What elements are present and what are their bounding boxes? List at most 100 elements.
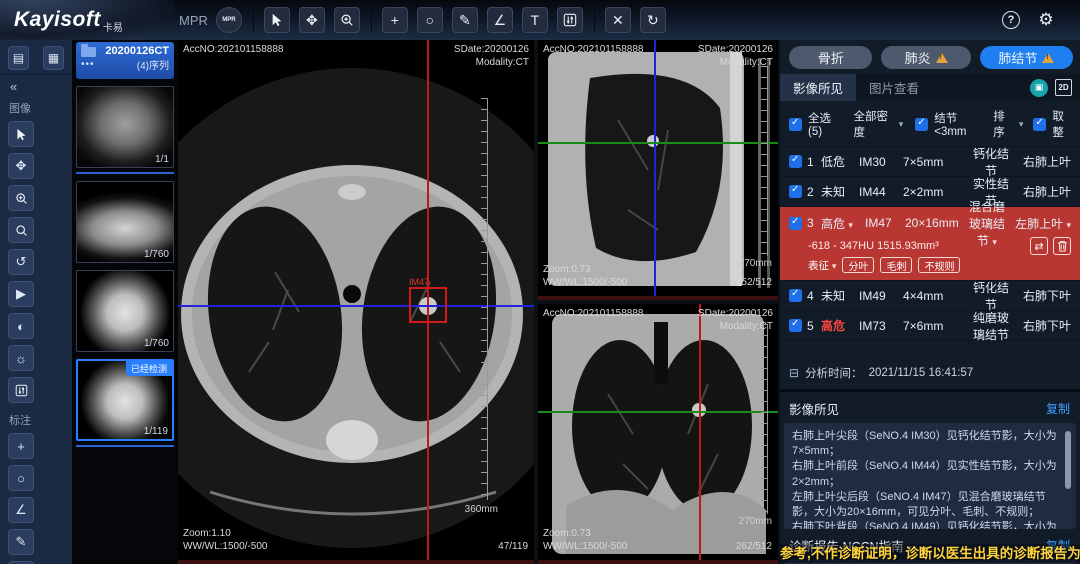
select-all-checkbox[interactable] [789, 118, 802, 131]
nodule-roi-box[interactable]: IM47 [409, 287, 447, 323]
risk-level-dropdown[interactable]: 高危 ▾ [821, 215, 865, 232]
nodule-row-1[interactable]: 1 低危 IM30 7×5mm 钙化结节 右肺上叶 [780, 147, 1080, 177]
series-list-button[interactable]: ▤ [8, 46, 29, 70]
chevron-down-icon: ▾ [848, 220, 853, 230]
small-nodule-checkbox[interactable] [915, 118, 928, 131]
copy-findings-button[interactable]: 复制 [1046, 400, 1070, 417]
crosshair-horizontal-green[interactable] [538, 142, 778, 144]
row-checkbox[interactable] [789, 289, 802, 302]
series-more-button[interactable]: ••• [81, 59, 95, 70]
pencil-icon: ✎ [459, 12, 471, 29]
coronal-study-info: SDate:20200126 Modality:CT [698, 307, 773, 333]
feature-chip[interactable]: 不规则 [918, 257, 960, 273]
crosshair-annotate-button[interactable]: + [8, 433, 34, 459]
collapse-panel-button[interactable]: « [0, 75, 72, 94]
density-filter[interactable]: 全部密度 [854, 108, 893, 140]
ai-findings-panel: 骨折 肺炎 肺结节 影像所见 图片查看 ▣ 2D 全选(5) 全部密度▾ 结节<… [780, 40, 1080, 564]
nodule-row-5[interactable]: 5 高危 IM73 7×6mm 纯磨玻璃结节 右肺下叶 [780, 311, 1080, 341]
active-series-indicator [76, 445, 174, 447]
scrollbar-thumb[interactable] [1065, 431, 1071, 489]
brightness-tool-button[interactable]: ☼ [8, 345, 34, 371]
image-index: IM49 [859, 289, 903, 303]
coronal-viewport[interactable]: 270mm AccNO:202101158888 SDate:20200126 … [538, 304, 778, 564]
sagittal-viewport[interactable]: 270mm AccNO:202101158888 SDate:20200126 … [538, 40, 778, 300]
report-image-icon[interactable]: ▣ [1030, 79, 1048, 97]
2d-mode-icon[interactable]: 2D [1055, 79, 1072, 96]
row-checkbox[interactable] [789, 155, 802, 168]
ellipse-annotate-button[interactable]: ○ [8, 465, 34, 491]
image-index: IM47 [865, 216, 905, 230]
compare-button[interactable]: ⇄ [1030, 237, 1048, 255]
text-tool-button[interactable]: T [522, 7, 548, 33]
row-checkbox[interactable] [789, 185, 802, 198]
feature-chip[interactable]: 分叶 [842, 257, 874, 273]
pencil-annotate-button[interactable]: ✎ [8, 529, 34, 555]
image-section-label: 图像 [0, 94, 72, 118]
top-toolbar: Kayisoft 卡易 MPR MPR ✥ + ○ ✎ ∠ T ✕ ↻ ? ⚙ [0, 0, 1080, 40]
tab-fracture[interactable]: 骨折 [789, 46, 872, 69]
mpr-mode-icon[interactable]: MPR [216, 7, 242, 33]
crosshair-vertical-blue[interactable] [654, 40, 656, 296]
row-checkbox[interactable] [789, 319, 802, 332]
subtab-image-view[interactable]: 图片查看 [856, 74, 932, 101]
invert-tool-button[interactable]: ◐ [8, 313, 34, 339]
sort-control[interactable]: 排序 [993, 108, 1013, 140]
small-nodule-label: 结节<3mm [934, 110, 981, 138]
pan-tool-button[interactable]: ✥ [299, 7, 325, 33]
help-button[interactable]: ? [998, 7, 1024, 33]
nodule-row-3-selected[interactable]: 3 高危 ▾ IM47 20×16mm 混合磨玻璃结节 ▾ 左肺上叶 ▾ -61… [780, 207, 1080, 281]
sagittal-study-date: SDate:20200126 [698, 43, 773, 56]
window-level-tool-button[interactable] [8, 377, 34, 403]
row-checkbox[interactable] [789, 217, 802, 230]
nodule-row-2[interactable]: 2 未知 IM44 2×2mm 实性结节 右肺上叶 [780, 177, 1080, 207]
axial-accession-number: AccNO:202101158888 [183, 43, 283, 56]
feature-chip[interactable]: 毛刺 [880, 257, 912, 273]
crosshair-horizontal-green[interactable] [538, 411, 778, 413]
pan-tool-button[interactable]: ✥ [8, 153, 34, 179]
cine-play-button[interactable]: ▶ [8, 281, 34, 307]
delete-tool-button[interactable]: ✕ [605, 7, 631, 33]
window-level-icon [15, 384, 28, 397]
findings-section-title: 影像所见 [789, 399, 839, 418]
play-icon: ▶ [16, 286, 26, 302]
nodule-row-4[interactable]: 4 未知 IM49 4×4mm 钙化结节 右肺下叶 [780, 281, 1080, 311]
thumbnail-slice-count: 1/760 [144, 249, 169, 260]
nodule-location-dropdown[interactable]: 左肺上叶 ▾ [1005, 215, 1071, 232]
series-header[interactable]: 20200126CT ••• (4)序列 [76, 42, 174, 79]
angle-tool-button[interactable]: ∠ [487, 7, 513, 33]
ellipse-icon: ○ [426, 12, 434, 28]
angle-annotate-button[interactable]: ∠ [8, 497, 34, 523]
tab-lung-nodule[interactable]: 肺结节 [980, 46, 1073, 69]
clipboard-icon: ⊟ [789, 366, 799, 380]
sagittal-ruler-label: 270mm [739, 258, 772, 269]
subtab-imaging-findings[interactable]: 影像所见 [780, 74, 856, 101]
nodule-type-dropdown[interactable]: 混合磨玻璃结节 ▾ [969, 198, 1005, 249]
window-level-tool-button[interactable] [557, 7, 583, 33]
series-thumbnail-3[interactable]: 1/760 [76, 270, 174, 352]
findings-text[interactable]: 右肺上叶尖段（SeNO.4 IM30）见钙化结节影，大小为7×5mm； 右肺上叶… [784, 423, 1076, 529]
cursor-tool-button[interactable] [264, 7, 290, 33]
round-checkbox[interactable] [1033, 118, 1046, 131]
zoom-in-tool-button[interactable] [8, 185, 34, 211]
nodule-size: 7×5mm [903, 155, 973, 169]
reset-tool-button[interactable]: ↻ [640, 7, 666, 33]
tab-pneumonia[interactable]: 肺炎 [881, 46, 970, 69]
pencil-tool-button[interactable]: ✎ [452, 7, 478, 33]
layout-button[interactable]: ▦ [43, 46, 64, 70]
risk-level: 未知 [821, 287, 859, 304]
folder-icon [81, 47, 96, 57]
ellipse-tool-button[interactable]: ○ [417, 7, 443, 33]
settings-button[interactable]: ⚙ [1033, 7, 1059, 33]
cursor-tool-button[interactable] [8, 121, 34, 147]
zoom-tool-button[interactable] [334, 7, 360, 33]
magnify-tool-button[interactable] [8, 217, 34, 243]
series-thumbnail-1[interactable]: 1/1 [76, 86, 174, 168]
series-thumbnail-2[interactable]: 1/760 [76, 181, 174, 263]
axial-viewport[interactable]: IM47 360mm AccNO:202101158888 SDate:2020… [178, 40, 534, 564]
crosshair-tool-button[interactable]: + [382, 7, 408, 33]
delete-nodule-button[interactable] [1053, 237, 1071, 255]
series-thumbnail-4[interactable]: 已经检测 1/119 [76, 359, 174, 441]
rotate-tool-button[interactable]: ↺ [8, 249, 34, 275]
feature-dropdown[interactable]: 表征 ▾ [808, 258, 836, 273]
crosshair-vertical-red[interactable] [699, 304, 701, 560]
